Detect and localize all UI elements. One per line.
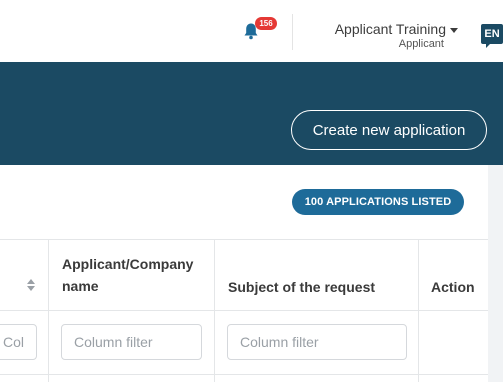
- header-separator: [292, 14, 293, 50]
- user-name-row[interactable]: Applicant Training: [310, 21, 458, 38]
- column-header-applicant-company-name[interactable]: Applicant/Company name: [62, 253, 207, 297]
- user-role: Applicant: [398, 38, 444, 50]
- table-header-top-border: [0, 239, 488, 240]
- sort-icon[interactable]: [27, 279, 35, 291]
- applicant-name-filter-input[interactable]: [61, 324, 202, 360]
- column-divider: [214, 239, 215, 382]
- sort-down-arrow[interactable]: [27, 286, 35, 291]
- table-header-bottom-border: [0, 310, 488, 311]
- caret-down-icon[interactable]: [450, 27, 458, 33]
- filter-row-bottom-border: [0, 374, 488, 375]
- column-header-action: Action: [431, 279, 475, 295]
- page-background-strip: [488, 165, 503, 382]
- subject-filter-input[interactable]: [227, 324, 407, 360]
- create-new-application-button[interactable]: Create new application: [291, 110, 487, 150]
- sort-up-arrow[interactable]: [27, 279, 35, 284]
- user-menu[interactable]: Applicant Training Applicant: [310, 21, 458, 51]
- notification-count-badge[interactable]: 156: [255, 17, 277, 30]
- column-header-subject[interactable]: Subject of the request: [228, 276, 413, 298]
- column-divider: [418, 239, 419, 382]
- user-name[interactable]: Applicant Training: [335, 21, 446, 37]
- language-switch[interactable]: EN: [481, 24, 503, 48]
- column-divider: [48, 239, 49, 382]
- applications-count-badge: 100 APPLICATIONS LISTED: [292, 189, 464, 215]
- column-filter-input[interactable]: [0, 324, 37, 360]
